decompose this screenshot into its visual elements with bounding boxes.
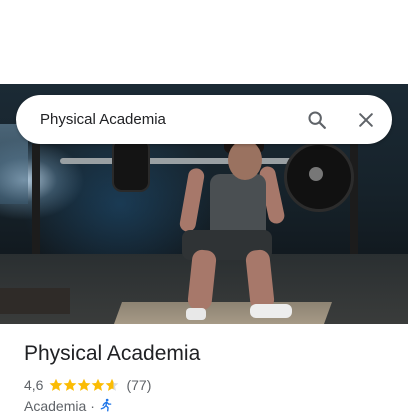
star-rating — [49, 378, 119, 392]
review-count[interactable]: (77) — [126, 377, 151, 393]
search-bar[interactable]: Physical Academia — [16, 95, 392, 144]
search-input[interactable]: Physical Academia — [40, 111, 166, 128]
star-icon — [50, 378, 63, 391]
top-blank-area — [0, 0, 408, 84]
star-icon — [78, 378, 91, 391]
weight-plate-right — [284, 142, 354, 212]
close-icon[interactable] — [353, 107, 379, 133]
running-person-icon — [99, 398, 113, 415]
weight-plate-left — [112, 138, 150, 192]
category-label: Academia — [24, 398, 87, 414]
place-title: Physical Academia — [24, 342, 201, 365]
athlete-arm — [178, 167, 206, 233]
athlete-shoe — [186, 308, 206, 320]
athlete-head — [228, 140, 262, 180]
star-icon — [92, 378, 105, 391]
star-icon — [64, 378, 77, 391]
half-star-icon — [106, 378, 119, 391]
floor-mat — [0, 288, 70, 314]
rating-row[interactable]: 4,6 (77) — [24, 376, 151, 394]
separator-dot: · — [90, 398, 95, 414]
rating-value: 4,6 — [24, 377, 44, 393]
athlete-shoe — [250, 304, 292, 318]
lifting-platform — [113, 302, 333, 324]
search-icon[interactable] — [304, 107, 330, 133]
category-row: Academia · — [24, 397, 113, 415]
